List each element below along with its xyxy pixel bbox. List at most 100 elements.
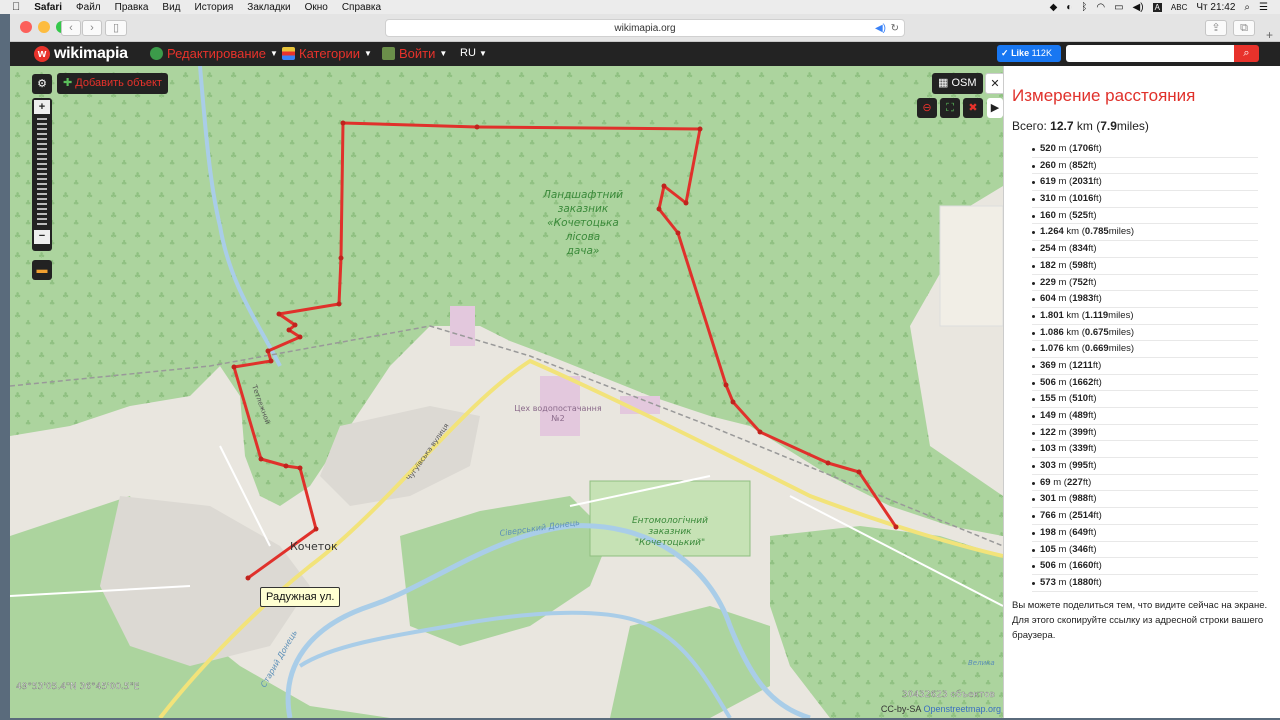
segment-unit-alt: miles — [1108, 309, 1131, 321]
minimize-window-button[interactable] — [38, 21, 50, 33]
language-select[interactable]: RU ▼ — [460, 47, 487, 59]
segment-value: 155 — [1040, 393, 1056, 405]
menu-view[interactable]: Вид — [162, 2, 180, 13]
menu-edit-mode[interactable]: Редактирование ▼ — [150, 46, 278, 61]
settings-button[interactable]: ⚙ — [32, 74, 52, 94]
segment-unit-alt: ft — [1088, 259, 1094, 271]
route-vertex[interactable] — [340, 120, 346, 126]
route-vertex[interactable] — [313, 526, 319, 532]
input-source-icon[interactable]: A — [1152, 2, 1162, 12]
apple-icon[interactable]:  — [12, 1, 20, 13]
route-vertex[interactable] — [474, 124, 480, 130]
map-canvas[interactable]: ♣ ♣ Ландшафтний — [10, 66, 1003, 718]
segment-value: 619 — [1040, 176, 1056, 188]
menu-edit[interactable]: Правка — [115, 2, 149, 13]
menu-bookmarks[interactable]: Закладки — [247, 2, 290, 13]
close-measure-button[interactable]: ✕ — [985, 73, 1003, 94]
route-vertex[interactable] — [825, 460, 831, 466]
tabs-button[interactable]: ⧉ — [1233, 20, 1255, 36]
address-bar[interactable]: wikimapia.org ◀) ↻ — [385, 19, 905, 37]
route-vertex[interactable] — [292, 322, 298, 328]
reload-icon[interactable]: ↻ — [891, 20, 899, 37]
zoom-in-button[interactable]: + — [34, 100, 50, 114]
route-vertex[interactable] — [856, 469, 862, 475]
add-object-button[interactable]: ✚ Добавить объект — [57, 73, 168, 94]
forward-button[interactable]: › — [82, 20, 102, 36]
route-vertex[interactable] — [297, 465, 303, 471]
menu-app-safari[interactable]: Safari — [34, 2, 62, 13]
segment-unit-alt: ft — [1093, 510, 1099, 522]
collapse-panel-button[interactable]: ▶ — [987, 98, 1003, 118]
wifi-icon[interactable]: ◠ — [1096, 2, 1105, 13]
spotlight-icon[interactable]: ⌕ — [1244, 2, 1250, 13]
add-object-label: Добавить объект — [75, 77, 162, 89]
segment-row: 604 m (1983ft) — [1032, 291, 1258, 308]
menu-file[interactable]: Файл — [76, 2, 101, 13]
audio-icon[interactable]: ◀) — [875, 20, 886, 37]
segment-row: 122 m (399ft) — [1032, 425, 1258, 442]
measure-fit-button[interactable]: ⛶ — [940, 98, 960, 118]
segment-unit-alt: ft — [1092, 359, 1099, 371]
route-vertex[interactable] — [730, 399, 736, 405]
license-link[interactable]: Openstreetmap.org — [923, 704, 1001, 714]
notification-center-icon[interactable]: ☰ — [1259, 2, 1268, 13]
route-vertex[interactable] — [283, 463, 289, 469]
segment-unit: km — [1066, 226, 1080, 238]
sidebar-button[interactable]: ▯ — [105, 20, 127, 36]
route-vertex[interactable] — [656, 206, 662, 212]
volume-icon[interactable]: ◀) — [1133, 2, 1144, 13]
route-vertex[interactable] — [268, 358, 274, 364]
license-text: CC-by-SA Openstreetmap.org — [881, 704, 1001, 714]
share-button[interactable]: ⇪ — [1205, 20, 1227, 36]
ruler-button[interactable]: ▬ — [32, 260, 52, 280]
measure-clear-button[interactable]: ✖ — [963, 98, 983, 118]
route-vertex[interactable] — [297, 334, 303, 340]
clock[interactable]: Чт 21:42 — [1196, 2, 1235, 13]
segment-unit: m — [1053, 476, 1062, 488]
route-vertex[interactable] — [265, 348, 271, 354]
menu-help[interactable]: Справка — [342, 2, 381, 13]
airplay-icon[interactable]: ▭ — [1114, 2, 1123, 13]
back-button[interactable]: ‹ — [61, 20, 81, 36]
segment-unit: m — [1058, 209, 1067, 221]
farm-field — [939, 205, 1003, 327]
segment-unit-alt: ft — [1088, 426, 1094, 438]
segment-value-alt: 1662 — [1072, 376, 1094, 388]
menu-window[interactable]: Окно — [305, 2, 328, 13]
route-vertex[interactable] — [893, 524, 899, 530]
menu-history[interactable]: История — [195, 2, 234, 13]
zoom-out-button[interactable]: − — [34, 230, 50, 244]
input-lang[interactable]: ABC — [1171, 3, 1187, 12]
measure-panel: Измерение расстояния Всего: 12.7 km (7.9… — [1003, 66, 1280, 718]
search-input[interactable] — [1066, 45, 1234, 62]
route-vertex[interactable] — [723, 382, 729, 388]
zoom-control[interactable]: + − — [32, 98, 52, 251]
route-vertex[interactable] — [338, 255, 344, 261]
segment-value: 506 — [1040, 376, 1056, 388]
osm-layer-button[interactable]: ▦ OSM — [932, 73, 983, 94]
wikimapia-logo[interactable]: w wikimapia — [34, 45, 128, 63]
dropbox-icon[interactable]: ◆ — [1050, 2, 1058, 13]
route-vertex[interactable] — [336, 301, 342, 307]
route-vertex[interactable] — [697, 126, 703, 132]
route-vertex[interactable] — [245, 575, 251, 581]
new-tab-button[interactable]: + — [1266, 28, 1273, 42]
route-vertex[interactable] — [675, 230, 681, 236]
route-vertex[interactable] — [258, 456, 264, 462]
bluetooth-icon[interactable]: ᛒ — [1081, 2, 1087, 13]
zoom-slider[interactable] — [37, 118, 47, 226]
sync-icon[interactable]: ◐ — [1066, 2, 1072, 13]
route-vertex[interactable] — [231, 364, 237, 370]
route-vertex[interactable] — [286, 327, 292, 333]
total-miles: 7.9 — [1100, 119, 1117, 133]
route-vertex[interactable] — [683, 200, 689, 206]
close-window-button[interactable] — [20, 21, 32, 33]
menu-login[interactable]: Войти ▼ — [382, 46, 447, 61]
route-vertex[interactable] — [757, 429, 763, 435]
route-vertex[interactable] — [276, 311, 282, 317]
route-vertex[interactable] — [661, 183, 667, 189]
measure-remove-point-button[interactable]: ⊖ — [917, 98, 937, 118]
search-button[interactable]: ⌕ — [1234, 45, 1259, 62]
facebook-like-button[interactable]: ✓ Like 112K — [997, 45, 1061, 62]
menu-categories[interactable]: Категории ▼ — [282, 46, 372, 61]
